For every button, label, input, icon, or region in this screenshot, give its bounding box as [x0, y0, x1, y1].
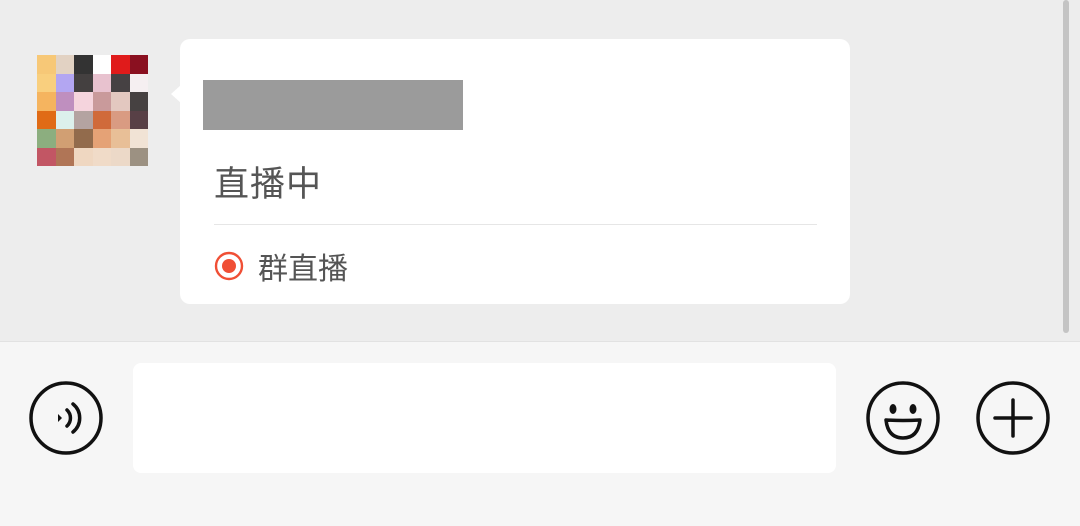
- more-button[interactable]: [975, 380, 1051, 456]
- emoji-icon: [866, 381, 940, 455]
- live-record-icon: [214, 251, 244, 281]
- card-source-label: 群直播: [258, 252, 348, 287]
- avatar[interactable]: [37, 55, 148, 166]
- card-footer: 群直播: [214, 246, 348, 287]
- emoji-button[interactable]: [865, 380, 941, 456]
- card-divider: [214, 224, 817, 225]
- chat-area: 直播中 群直播: [0, 0, 1080, 341]
- redacted-title: [203, 80, 463, 130]
- bubble-tail: [171, 85, 181, 103]
- input-bar: [0, 341, 1080, 526]
- voice-button[interactable]: [28, 380, 104, 456]
- plus-icon: [976, 381, 1050, 455]
- scrollbar[interactable]: [1063, 0, 1069, 333]
- voice-icon: [29, 381, 103, 455]
- live-share-card[interactable]: 直播中 群直播: [171, 39, 850, 304]
- message-input[interactable]: [133, 363, 836, 473]
- live-status-text: 直播中: [214, 165, 323, 205]
